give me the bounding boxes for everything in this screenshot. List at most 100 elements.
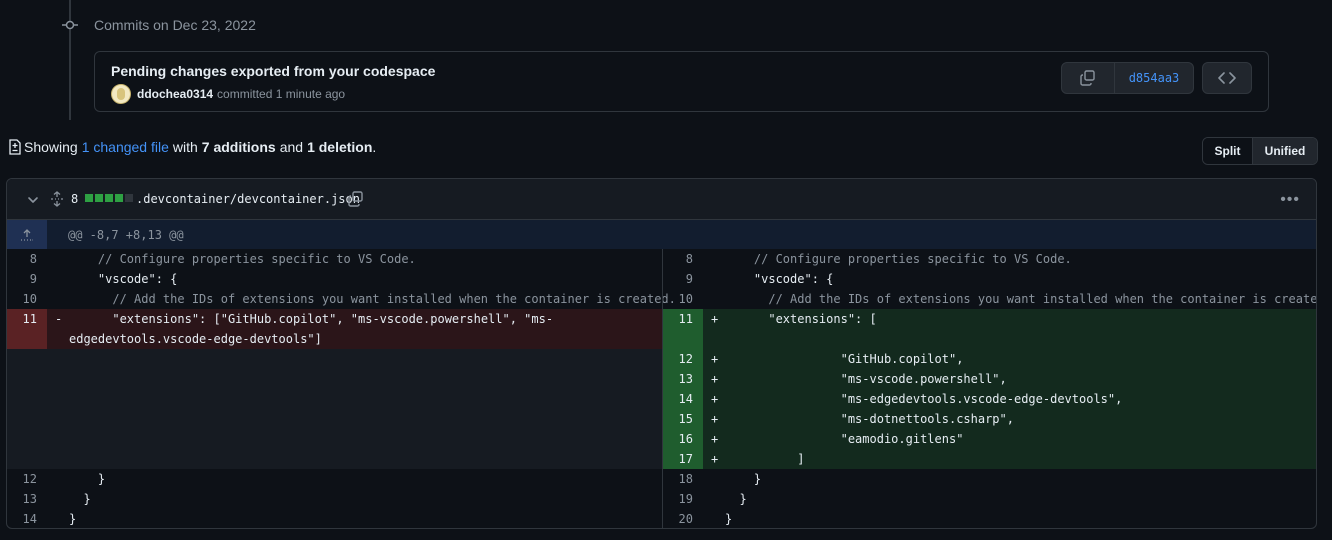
empty-filler (7, 349, 662, 469)
line-number[interactable]: 14 (663, 389, 703, 409)
author-link[interactable]: ddochea0314 (137, 87, 213, 101)
file-diff-header: 8 .devcontainer/devcontainer.json ••• (7, 179, 1316, 220)
line-number[interactable]: 9 (663, 269, 703, 289)
line-number[interactable]: 17 (663, 449, 703, 469)
file-name-link[interactable]: .devcontainer/devcontainer.json (136, 192, 360, 206)
stat-block-added (105, 194, 113, 202)
diff-line: 8 // Configure properties specific to VS… (663, 249, 1316, 269)
line-number[interactable]: 10 (7, 289, 47, 309)
avatar[interactable] (111, 84, 131, 104)
diff-sign: + (711, 452, 719, 466)
diff-sign: + (711, 312, 719, 326)
sha-button-group: d854aa3 (1061, 62, 1194, 94)
copy-path-button[interactable] (348, 191, 364, 210)
commit-message-link[interactable]: Pending changes exported from your codes… (111, 63, 435, 79)
commits-date-heading: Commits on Dec 23, 2022 (94, 17, 256, 33)
stat-block-added (95, 194, 103, 202)
copy-icon (348, 191, 363, 207)
code-text: "extensions": ["GitHub.copilot", "ms-vsc… (69, 312, 554, 346)
diff-sign: - (55, 312, 63, 326)
diff-line: 13 } (7, 489, 662, 509)
diff-line: 9 "vscode": { (7, 269, 662, 289)
unfold-up-icon (21, 228, 33, 241)
file-diff-container: 8 .devcontainer/devcontainer.json ••• @@… (6, 178, 1317, 529)
code-text: } (725, 512, 733, 526)
diff-line: 18 } (663, 469, 1316, 489)
code-text: // Add the IDs of extensions you want in… (725, 292, 1317, 306)
summary-period: . (372, 139, 377, 155)
hunk-range: @@ -8,7 +8,13 @@ (68, 228, 184, 242)
line-number[interactable]: 9 (7, 269, 47, 289)
diff-sign: + (711, 412, 719, 426)
diff-line: 14} (7, 509, 662, 528)
stat-block-added (115, 194, 123, 202)
code-text: "vscode": { (69, 272, 178, 286)
line-number[interactable]: 13 (7, 489, 47, 509)
line-number[interactable]: 16 (663, 429, 703, 449)
diff-view-toggle: Split Unified (1202, 137, 1318, 165)
diff-line: 19 } (663, 489, 1316, 509)
code-text: // Add the IDs of extensions you want in… (69, 292, 676, 306)
line-number[interactable]: 8 (663, 249, 703, 269)
stat-block-added (85, 194, 93, 202)
code-text: } (725, 492, 747, 506)
diff-line-added: 15 + "ms-dotnettools.csharp", (663, 409, 1316, 429)
expand-up-button[interactable] (7, 220, 47, 249)
line-number[interactable]: 12 (663, 349, 703, 369)
line-number[interactable]: 19 (663, 489, 703, 509)
code-icon (1218, 72, 1236, 84)
summary-prefix: Showing (24, 139, 78, 155)
hunk-header: @@ -8,7 +8,13 @@ (7, 220, 1316, 249)
code-text: // Configure properties specific to VS C… (725, 252, 1072, 266)
diff-line-deleted: 11- "extensions": ["GitHub.copilot", "ms… (7, 309, 662, 349)
line-number[interactable]: 8 (7, 249, 47, 269)
kebab-menu-icon[interactable]: ••• (1280, 191, 1300, 209)
line-number[interactable]: 11 (7, 309, 47, 349)
code-text: "vscode": { (725, 272, 834, 286)
right-diff-pane: 8 // Configure properties specific to VS… (662, 249, 1317, 528)
diff-line: 10 // Add the IDs of extensions you want… (7, 289, 676, 309)
collapse-chevron-icon[interactable] (27, 193, 39, 209)
line-number[interactable]: 10 (663, 289, 703, 309)
file-diff-icon (9, 139, 21, 155)
commit-time-text: committed 1 minute ago (217, 87, 346, 101)
code-text: } (69, 492, 91, 506)
unified-view-button[interactable]: Unified (1253, 138, 1317, 164)
changed-files-link[interactable]: 1 changed file (82, 139, 169, 155)
diff-stat-blocks (85, 194, 133, 202)
summary-with: with (172, 139, 198, 155)
diff-sign: + (711, 432, 719, 446)
line-number[interactable]: 15 (663, 409, 703, 429)
line-number[interactable]: 20 (663, 509, 703, 528)
diff-line-added: 12 + "GitHub.copilot", (663, 349, 1316, 369)
code-text: } (69, 472, 106, 486)
additions-count: 7 additions (201, 139, 276, 155)
diff-line-added: 16 + "eamodio.gitlens" (663, 429, 1316, 449)
code-text: // Configure properties specific to VS C… (69, 252, 416, 266)
copy-sha-button[interactable] (1062, 63, 1115, 93)
stat-block-neutral (125, 194, 133, 202)
expand-all-icon[interactable] (50, 191, 64, 210)
diff-line: 20} (663, 509, 1316, 528)
code-text: ] (725, 452, 805, 466)
line-number[interactable]: 14 (7, 509, 47, 528)
code-text: "eamodio.gitlens" (725, 432, 964, 446)
commit-card: Pending changes exported from your codes… (94, 51, 1269, 112)
code-text: "ms-dotnettools.csharp", (725, 412, 1014, 426)
line-number[interactable]: 11 (663, 309, 703, 349)
diff-line: 12 } (7, 469, 662, 489)
browse-repo-button[interactable] (1202, 62, 1252, 94)
diff-sign: + (711, 392, 719, 406)
split-view-button[interactable]: Split (1203, 138, 1253, 164)
commit-sha-link[interactable]: d854aa3 (1115, 63, 1193, 93)
diff-stat-count: 8 (71, 192, 79, 206)
diff-sign: + (711, 372, 719, 386)
code-text: "ms-vscode.powershell", (725, 372, 1007, 386)
line-number[interactable]: 13 (663, 369, 703, 389)
deletions-count: 1 deletion (307, 139, 373, 155)
line-number[interactable]: 18 (663, 469, 703, 489)
line-number[interactable]: 12 (7, 469, 47, 489)
diff-line: 9 "vscode": { (663, 269, 1316, 289)
code-text: "extensions": [ (725, 312, 877, 326)
diff-line-added: 17 + ] (663, 449, 1316, 469)
